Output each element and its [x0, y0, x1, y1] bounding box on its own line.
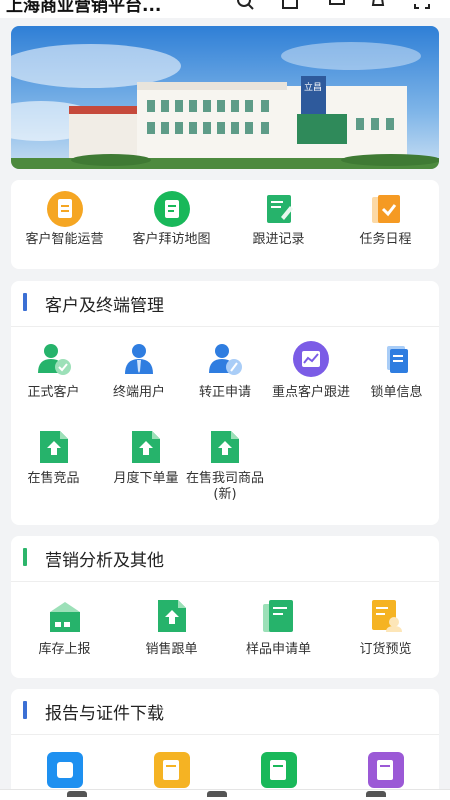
purple-search-doc-icon	[367, 752, 404, 788]
competitor-products[interactable]: 在售竞品	[11, 413, 96, 513]
quick-label: 客户智能运营	[25, 232, 104, 247]
nav-home-icon[interactable]	[67, 791, 87, 797]
green-search-doc-icon	[260, 752, 297, 788]
user-check-icon	[37, 344, 71, 375]
order-preview[interactable]: 订货预览	[332, 582, 439, 672]
section-title: 报告与证件下载	[45, 704, 164, 724]
task-check-icon	[371, 195, 400, 223]
nav-profile-icon[interactable]	[366, 791, 386, 797]
monthly-order-volume[interactable]: 月度下单量	[96, 413, 196, 513]
upload-file-icon	[157, 600, 186, 632]
reports-download-card: 报告与证件下载	[11, 689, 439, 800]
quick-label: 任务日程	[359, 232, 412, 247]
lock-doc-icon	[386, 346, 408, 373]
quick-actions-card: 客户智能运营 客户拜访地图 跟进记录 任务日程	[11, 180, 439, 269]
section-header: 报告与证件下载	[11, 689, 439, 735]
formal-customer[interactable]: 正式客户	[11, 327, 96, 407]
message-icon[interactable]	[328, 0, 346, 10]
blue-square-icon	[46, 752, 83, 788]
quick-follow-records[interactable]: 跟进记录	[225, 180, 332, 269]
yellow-doc-icon	[153, 752, 190, 788]
marketing-analysis-card: 营销分析及其他 库存上报 销售跟单 样品申请单 订货预览	[11, 536, 439, 678]
calendar-icon[interactable]	[281, 0, 299, 10]
section-header: 客户及终端管理	[11, 281, 439, 327]
building-photo: 立昌	[11, 26, 439, 169]
item-label: 在售我司商品 (新)	[185, 471, 264, 502]
section-accent-bar	[23, 548, 27, 566]
item-label: 月度下单量	[113, 471, 179, 486]
warehouse-icon	[49, 602, 80, 632]
section-title: 营销分析及其他	[45, 551, 164, 571]
item-label: 终端用户	[112, 385, 165, 400]
inventory-report[interactable]: 库存上报	[11, 582, 118, 672]
item-label: 库存上报	[38, 642, 91, 657]
scan-icon[interactable]	[413, 0, 431, 10]
key-customer-follow[interactable]: 重点客户跟进	[268, 327, 354, 407]
map-document-icon	[153, 191, 190, 227]
item-label: 重点客户跟进	[271, 385, 350, 400]
terminal-user[interactable]: 终端用户	[96, 327, 182, 407]
item-label: 正式客户	[27, 385, 80, 400]
quick-label: 跟进记录	[252, 232, 305, 247]
nav-workbench-icon[interactable]	[207, 791, 227, 797]
item-label: 销售跟单	[145, 642, 198, 657]
item-label: 锁单信息	[370, 385, 423, 400]
customer-management-card: 客户及终端管理 正式客户 终端用户 转正申请 重点客户跟进 锁单信息 在售竞品 …	[11, 281, 439, 525]
quick-label: 客户拜访地图	[132, 232, 211, 247]
item-label: 订货预览	[359, 642, 412, 657]
item-label: 转正申请	[198, 385, 251, 400]
sales-tracking[interactable]: 销售跟单	[118, 582, 225, 672]
section-accent-bar	[23, 701, 27, 719]
upload-file-icon	[39, 431, 68, 463]
building-sign: 立昌	[304, 81, 322, 93]
conversion-application[interactable]: 转正申请	[182, 327, 268, 407]
sample-application[interactable]: 样品申请单	[225, 582, 332, 672]
section-accent-bar	[23, 293, 27, 311]
upload-file-icon	[132, 431, 160, 463]
bell-icon[interactable]	[369, 0, 387, 10]
order-preview-icon	[371, 600, 402, 632]
quick-visit-map[interactable]: 客户拜访地图	[118, 180, 225, 269]
edit-note-icon	[266, 195, 293, 223]
chart-circle-icon	[293, 341, 329, 377]
user-edit-icon	[209, 344, 242, 375]
section-title: 客户及终端管理	[45, 296, 164, 316]
document-icon	[46, 191, 83, 227]
sample-form-icon	[262, 600, 293, 632]
app-title: 上海商业营销平台...	[6, 0, 162, 16]
item-label: 样品申请单	[245, 642, 311, 657]
our-products-on-sale[interactable]: 在售我司商品 (新)	[182, 413, 268, 513]
section-header: 营销分析及其他	[11, 536, 439, 582]
banner-image[interactable]: 立昌	[11, 26, 439, 169]
top-bar: 上海商业营销平台...	[0, 0, 450, 18]
item-label: 在售竞品	[27, 471, 80, 486]
user-tie-icon	[125, 344, 153, 374]
quick-smart-operation[interactable]: 客户智能运营	[11, 180, 118, 269]
lock-order-info[interactable]: 锁单信息	[354, 327, 439, 407]
bottom-navigation	[0, 789, 450, 800]
search-icon[interactable]	[236, 0, 254, 10]
quick-task-schedule[interactable]: 任务日程	[332, 180, 439, 269]
upload-file-icon	[211, 431, 239, 463]
